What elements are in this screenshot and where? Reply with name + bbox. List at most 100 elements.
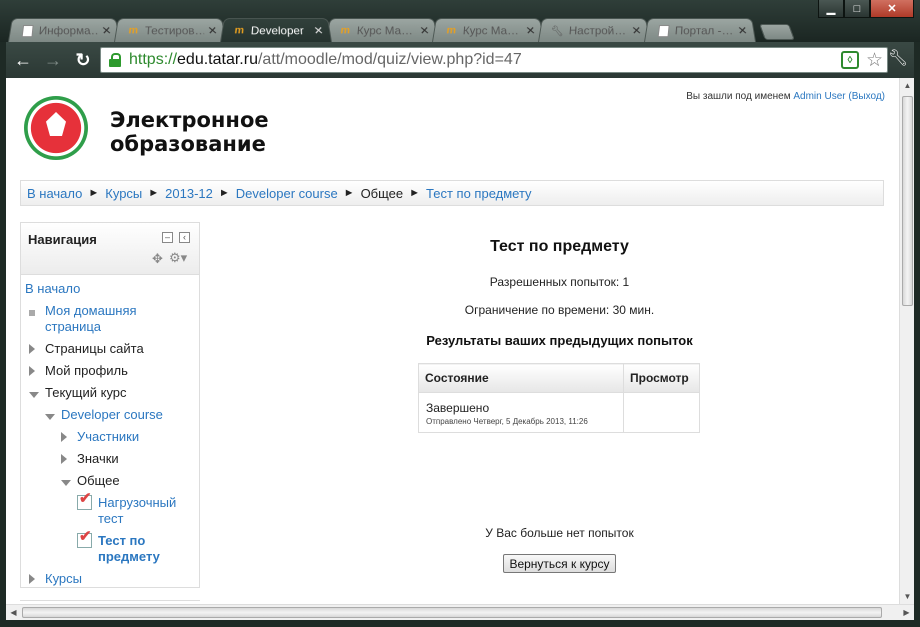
wrench-menu-icon[interactable]: 🔧︎ xyxy=(888,48,908,68)
tab-close-icon[interactable]: ✕ xyxy=(207,24,218,37)
close-window-button[interactable]: ✕ xyxy=(870,0,914,18)
window-frame-bottom xyxy=(0,620,920,627)
back-button[interactable]: ← xyxy=(10,47,36,73)
breadcrumb: В начало ► Курсы ► 2013-12 ► Developer course ►… xyxy=(20,180,884,206)
nav-item-label[interactable]: Участники xyxy=(77,429,139,448)
previous-attempts-title: Результаты ваших предыдущих попыток xyxy=(426,333,693,348)
tab-close-icon[interactable]: ✕ xyxy=(525,24,536,37)
tab-3[interactable]: m Курс Ма… ✕ xyxy=(326,18,438,42)
move-icon[interactable]: ✥ xyxy=(152,251,163,267)
forward-button[interactable]: → xyxy=(40,47,66,73)
tatarstan-logo[interactable] xyxy=(24,96,88,160)
extension-icon[interactable]: ◊ xyxy=(841,51,859,69)
site-name: Электронное образование xyxy=(110,108,269,156)
minimize-button[interactable]: ▁ xyxy=(818,0,844,18)
window-controls: ▁ □ ✕ xyxy=(818,0,914,18)
lock-icon xyxy=(109,53,121,67)
tab-close-icon[interactable]: ✕ xyxy=(631,24,642,37)
breadcrumb-item: Общее xyxy=(360,185,404,201)
nav-item[interactable]: Developer course xyxy=(45,407,189,426)
nav-item-label[interactable]: Тест по предмету xyxy=(98,533,189,565)
nav-item[interactable]: Нагрузочный тест xyxy=(77,491,189,527)
nav-item[interactable]: Тест по предмету xyxy=(77,529,189,565)
reload-button[interactable]: ↻ xyxy=(70,47,96,73)
horizontal-scrollbar[interactable]: ◀ ▶ xyxy=(6,604,914,620)
tab-title: Портал -… xyxy=(674,24,734,38)
table-header-row: Состояние Просмотр xyxy=(418,363,700,393)
moodle-icon: m xyxy=(127,25,139,37)
tab-5[interactable]: 🔧︎ Настрой… ✕ xyxy=(538,18,650,42)
logout-link[interactable]: (Выход) xyxy=(848,91,885,102)
tab-close-icon[interactable]: ✕ xyxy=(313,24,324,37)
vertical-scrollbar[interactable]: ▲ ▼ xyxy=(899,78,914,604)
maximize-button[interactable]: □ xyxy=(844,0,870,18)
dock-block-icon[interactable]: – xyxy=(162,232,173,243)
nav-item[interactable]: Участники xyxy=(61,429,189,448)
attempts-allowed: Разрешенных попыток: 1 xyxy=(489,275,630,289)
tab-inner: Портал -… ✕ xyxy=(655,19,749,43)
scroll-left-icon[interactable]: ◀ xyxy=(6,605,21,620)
nav-item-label[interactable]: Курсы xyxy=(45,571,82,590)
site-name-line2: образование xyxy=(110,132,266,156)
nav-item-label[interactable]: Developer course xyxy=(61,407,163,426)
document-icon xyxy=(656,24,671,37)
breadcrumb-separator-icon: ► xyxy=(409,187,421,199)
url-path: /att/moodle/mod/quiz/view.php?id=47 xyxy=(257,51,522,68)
breadcrumb-item[interactable]: 2013-12 xyxy=(165,186,213,201)
nav-item: Значки xyxy=(61,451,189,470)
breadcrumb-item[interactable]: Developer course xyxy=(236,186,338,201)
url-scheme: https:// xyxy=(129,51,178,68)
breadcrumb-item[interactable]: Курсы xyxy=(105,186,142,201)
nav-item[interactable]: Моя домашняя страница xyxy=(29,303,189,335)
tab-4[interactable]: m Курс Ма… ✕ xyxy=(432,18,544,42)
nav-item[interactable]: Курсы xyxy=(29,571,189,590)
tab-2[interactable]: m Developer ✕ xyxy=(220,18,332,42)
nav-item[interactable]: В начало xyxy=(25,281,189,297)
tab-inner: Информа… ✕ xyxy=(19,19,113,43)
scroll-up-icon[interactable]: ▲ xyxy=(900,78,915,93)
tab-close-icon[interactable]: ✕ xyxy=(419,24,430,37)
tab-1[interactable]: m Тестиров… ✕ xyxy=(114,18,226,42)
nav-item-label[interactable]: Нагрузочный тест xyxy=(98,495,189,527)
back-to-course-button[interactable]: Вернуться к курсу xyxy=(503,554,616,573)
tab-title: Тестиров… xyxy=(144,24,205,38)
nav-item-label[interactable]: В начало xyxy=(25,281,80,297)
tab-strip: Информа… ✕ m Тестиров… ✕ m Developer ✕ m Курс Ма…… xyxy=(8,16,795,42)
tab-close-icon[interactable]: ✕ xyxy=(737,24,748,37)
document-icon xyxy=(20,24,35,37)
breadcrumb-item[interactable]: Тест по предмету xyxy=(426,186,532,201)
tab-6[interactable]: Портал -… ✕ xyxy=(644,18,756,42)
collapse-block-icon[interactable]: ‹ xyxy=(179,232,190,243)
vertical-scroll-thumb[interactable] xyxy=(902,96,913,306)
tab-inner: m Тестиров… ✕ xyxy=(125,19,219,43)
tab-0[interactable]: Информа… ✕ xyxy=(8,18,120,42)
bookmark-star-icon[interactable]: ☆ xyxy=(866,49,883,72)
address-url[interactable]: https://edu.tatar.ru/att/moodle/mod/quiz… xyxy=(129,51,522,69)
tab-close-icon[interactable]: ✕ xyxy=(101,24,112,37)
navigation-block-header: Навигация – ‹ ✥ ⚙▾ xyxy=(21,223,199,275)
nav-item-label[interactable]: Моя домашняя страница xyxy=(45,303,189,335)
nav-item: Текущий курс xyxy=(29,385,189,404)
expanded-arrow-icon xyxy=(61,473,77,492)
tab-title: Информа… xyxy=(38,24,99,38)
nav-item-label: Значки xyxy=(77,451,119,466)
breadcrumb-item[interactable]: В начало xyxy=(27,186,82,201)
address-bar[interactable]: https://edu.tatar.ru/att/moodle/mod/quiz… xyxy=(100,47,888,73)
horizontal-scroll-thumb[interactable] xyxy=(22,607,882,618)
gear-icon[interactable]: ⚙▾ xyxy=(169,250,187,266)
new-tab-button[interactable] xyxy=(759,24,795,40)
nav-item-label: Текущий курс xyxy=(45,385,127,400)
collapsed-arrow-icon xyxy=(29,571,45,590)
collapsed-arrow-icon xyxy=(29,363,45,382)
scroll-down-icon[interactable]: ▼ xyxy=(900,589,915,604)
breadcrumb-separator-icon: ► xyxy=(218,187,230,199)
user-profile-link[interactable]: Admin User xyxy=(793,91,845,102)
navigation-title: Навигация xyxy=(28,232,97,247)
moodle-icon: m xyxy=(233,25,245,37)
tab-title: Курс Ма… xyxy=(356,24,414,38)
moodle-icon: m xyxy=(339,25,351,37)
scroll-right-icon[interactable]: ▶ xyxy=(899,605,914,620)
wrench-icon: 🔧︎ xyxy=(549,25,565,37)
quiz-title: Тест по предмету xyxy=(490,238,629,255)
nav-item-label: Мой профиль xyxy=(45,363,128,378)
